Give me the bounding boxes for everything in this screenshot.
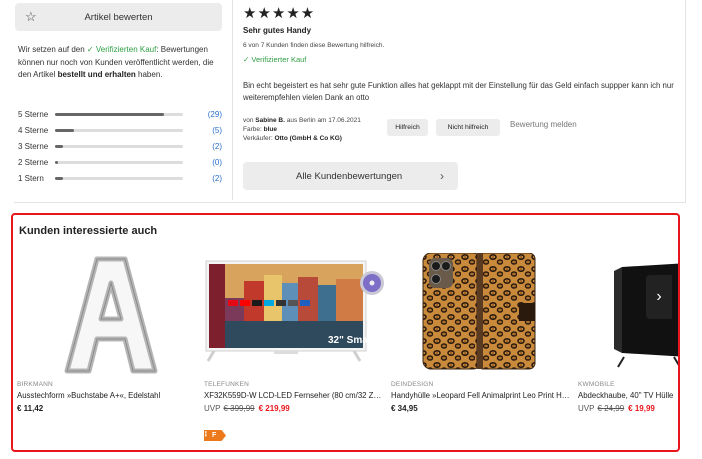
rating-bar-fill (55, 112, 164, 116)
info-bold: bestellt und erhalten (57, 70, 136, 79)
rating-count-link[interactable]: (2) (212, 174, 222, 183)
seller-value: Otto (GmbH & Co KG) (274, 135, 342, 142)
rating-row-3[interactable]: 3 Sterne (2) (18, 138, 222, 154)
review-verified-badge: ✓ Verifizierter Kauf (243, 55, 307, 64)
rating-bar (55, 161, 183, 165)
old-price: € 399,99 (223, 404, 255, 413)
review-title: Sehr gutes Handy (243, 26, 312, 35)
review-seller-line: Verkäufer: Otto (GmbH & Co KG) (243, 134, 361, 143)
rating-label: 1 Stern (18, 174, 44, 184)
energy-scale-icon: ▮ ▮ (205, 430, 207, 437)
color-label: Farbe: (243, 126, 264, 133)
product-brand: DEINDESIGN (391, 381, 434, 388)
section-border-right (685, 0, 686, 203)
sale-price: € 219,99 (258, 404, 290, 413)
rating-count-link[interactable]: (29) (208, 110, 222, 119)
rating-bar-fill (55, 144, 63, 148)
meta-prefix: von (243, 117, 256, 124)
info-prefix: Wir setzen auf den (18, 45, 87, 54)
review-stars: ★★★★★ (243, 5, 316, 22)
chevron-right-icon: › (440, 169, 444, 183)
section-border-bottom (14, 202, 686, 203)
verified-info-text: Wir setzen auf den ✓ Verifizierten Kauf:… (18, 44, 218, 82)
rating-bar (55, 112, 183, 116)
product-brand: BIRKMANN (17, 381, 53, 388)
energy-class: F (212, 432, 217, 439)
uvp-label: UVP (578, 404, 595, 413)
rating-label: 5 Sterne (18, 109, 49, 119)
product-price-block: UVP € 24,99 € 19,99 (578, 404, 655, 413)
verified-purchase-link[interactable]: ✓ Verifizierten Kauf (87, 45, 156, 54)
review-meta: von Sabine B. aus Berlin am 17.06.2021 F… (243, 116, 361, 143)
sale-price: € 19,99 (628, 404, 655, 413)
product-card[interactable]: DEINDESIGN Handyhülle »Leopard Fell Anim… (391, 253, 573, 448)
rating-count-link[interactable]: (0) (212, 158, 222, 167)
column-divider (232, 0, 233, 200)
review-author-line: von Sabine B. aus Berlin am 17.06.2021 (243, 116, 361, 125)
letter-a-cutter-image (64, 256, 158, 374)
rating-row-1[interactable]: 1 Stern (2) (18, 171, 222, 187)
smart-tv-image: 32" Smart TV (205, 260, 386, 362)
carousel-next-button[interactable]: › (646, 275, 672, 319)
uvp-label: UVP (204, 404, 221, 413)
review-body: Bin echt begeistert es hat sehr gute Fun… (243, 81, 674, 102)
not-helpful-button[interactable]: Nicht hilfreich (436, 119, 500, 136)
energy-label-badge[interactable]: ▮ ▮ F (204, 430, 226, 441)
rating-bar-fill (55, 128, 75, 132)
info-suffix: haben. (135, 70, 163, 79)
rating-label: 2 Sterne (18, 158, 49, 168)
rating-bar-fill (55, 161, 58, 165)
rate-article-label: Artikel bewerten (84, 11, 153, 23)
product-name[interactable]: Ausstechform »Buchstabe A+«, Edelstahl (17, 391, 197, 400)
seller-label: Verkäufer: (243, 135, 275, 142)
rating-distribution: 5 Sterne (29) 4 Sterne (5) 3 Sterne (2) … (18, 106, 222, 187)
review-color-line: Farbe: blue (243, 125, 361, 134)
product-name[interactable]: Abdeckhaube, 40" TV Hülle (578, 391, 678, 400)
rating-count-link[interactable]: (2) (212, 142, 222, 151)
all-reviews-label: Alle Kundenbewertungen (296, 171, 403, 182)
product-card[interactable]: 32" Smart TV TELEFUNKEN XF32K559D-W LCD-… (204, 253, 386, 448)
rating-label: 4 Sterne (18, 125, 49, 135)
meta-rest: aus Berlin am 17.06.2021 (284, 117, 361, 124)
product-brand: KWMOBILE (578, 381, 615, 388)
review-author: Sabine B. (255, 117, 285, 124)
rating-row-5[interactable]: 5 Sterne (29) (18, 106, 222, 122)
rating-bar-fill (55, 177, 63, 181)
product-name[interactable]: XF32K559D-W LCD-LED Fernseher (80 cm/32 … (204, 391, 384, 400)
color-value: blue (263, 126, 277, 133)
rating-label: 3 Sterne (18, 141, 49, 151)
rating-row-2[interactable]: 2 Sterne (0) (18, 155, 222, 171)
recommendations-title: Kunden interessierte auch (19, 225, 158, 237)
rating-bar (55, 128, 183, 132)
report-review-link[interactable]: Bewertung melden (510, 120, 577, 129)
product-price: € 34,95 (391, 404, 418, 413)
review-card: ★★★★★ Sehr gutes Handy 6 von 7 Kunden fi… (243, 4, 688, 190)
rating-row-4[interactable]: 4 Sterne (5) (18, 122, 222, 138)
phone-case-image (422, 253, 536, 370)
product-name[interactable]: Handyhülle »Leopard Fell Animalprint Leo… (391, 391, 571, 400)
product-price: € 11,42 (17, 404, 44, 413)
old-price: € 24,99 (597, 404, 625, 413)
product-price-block: UVP € 399,99 € 219,99 (204, 404, 290, 413)
rate-article-button[interactable]: ☆ Artikel bewerten (15, 3, 222, 31)
rating-count-link[interactable]: (5) (212, 126, 222, 135)
review-helpful-count: 6 von 7 Kunden finden diese Bewertung hi… (243, 42, 385, 49)
helpful-button[interactable]: Hilfreich (387, 119, 428, 136)
chevron-right-icon: › (656, 288, 662, 305)
product-brand: TELEFUNKEN (204, 381, 249, 388)
rating-bar (55, 144, 183, 148)
recommendations-section: Kunden interessierte auch BIRKMANN Ausst… (11, 213, 680, 452)
all-reviews-button[interactable]: Alle Kundenbewertungen › (243, 162, 458, 190)
product-card[interactable]: BIRKMANN Ausstechform »Buchstabe A+«, Ed… (17, 253, 199, 448)
rating-bar (55, 177, 183, 181)
tv-screen-text: 32" Smart TV (328, 335, 386, 346)
